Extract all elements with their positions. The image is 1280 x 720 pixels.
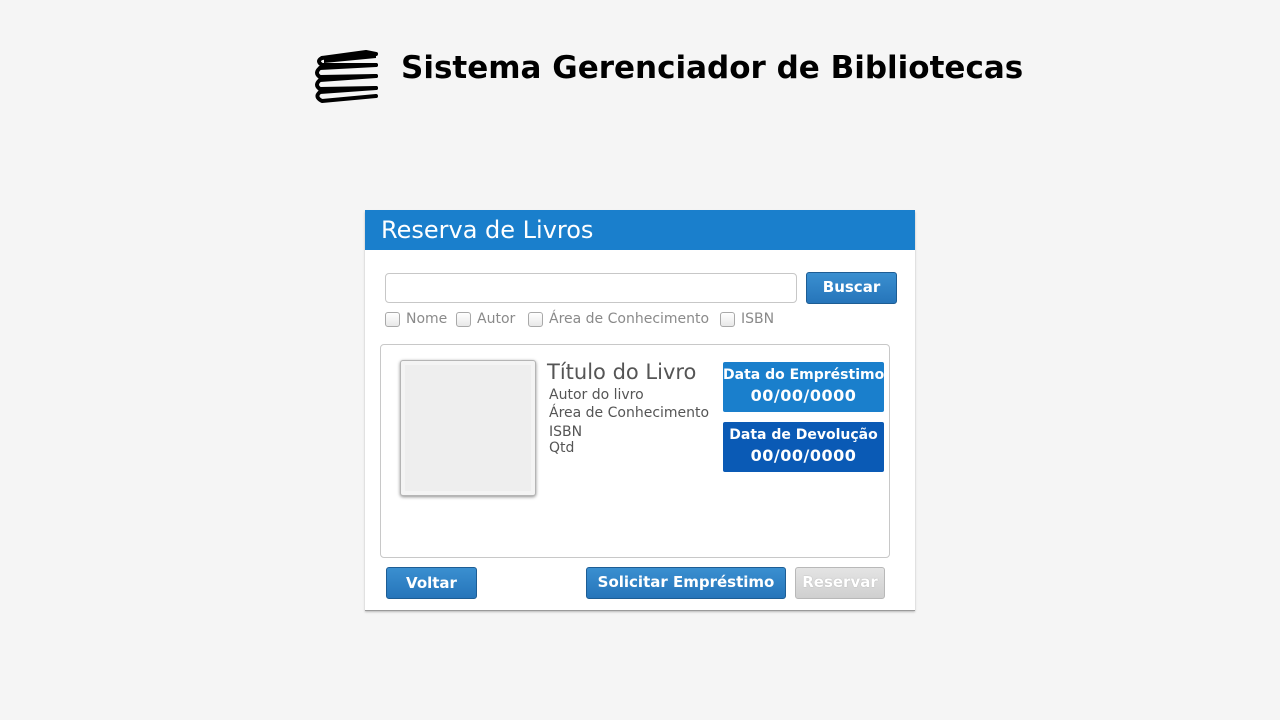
reserve-button: Reservar [795,567,885,599]
filter-isbn-label: ISBN [741,311,775,327]
book-title: Título do Livro [547,360,697,384]
filter-isbn-checkbox[interactable] [720,311,735,327]
filter-nome-checkbox[interactable] [385,311,400,327]
filter-autor-checkbox[interactable] [456,311,471,327]
app-header [310,44,382,108]
filter-autor-label: Autor [477,311,516,327]
book-isbn: ISBN [549,424,583,440]
loan-date-label: Data do Empréstimo [723,367,885,383]
loan-date-value: 00/00/0000 [750,386,857,405]
filter-nome-label: Nome [406,311,448,327]
books-stack-icon [315,50,378,103]
filter-autor[interactable]: Autor [456,310,515,328]
book-cover-placeholder [405,365,531,491]
filter-area-label: Área de Conhecimento [549,311,710,327]
book-author: Autor do livro [549,387,644,403]
search-input[interactable] [385,273,797,303]
request-loan-button[interactable]: Solicitar Empréstimo [586,567,786,599]
app-title: Sistema Gerenciador de Bibliotecas [401,50,1024,86]
back-button[interactable]: Voltar [386,567,477,599]
return-date-label: Data de Devolução [729,427,878,443]
filter-nome[interactable]: Nome [385,310,447,328]
return-date-value: 00/00/0000 [750,446,857,465]
panel-header: Reserva de Livros [365,210,915,250]
book-area: Área de Conhecimento [549,405,710,421]
panel-title: Reserva de Livros [381,216,594,244]
return-date-box: Data de Devolução 00/00/0000 [723,422,884,472]
book-cover-image [400,360,536,496]
filter-isbn[interactable]: ISBN [720,310,774,328]
filter-area-checkbox[interactable] [528,311,543,327]
filter-area[interactable]: Área de Conhecimento [528,310,709,328]
book-result-card: Título do Livro Autor do livro Área de C… [380,344,890,558]
loan-date-box: Data do Empréstimo 00/00/0000 [723,362,884,412]
reservation-panel: Reserva de Livros Buscar Nome Autor Área… [365,210,915,610]
book-qty: Qtd [549,440,575,456]
search-button[interactable]: Buscar [806,272,897,304]
